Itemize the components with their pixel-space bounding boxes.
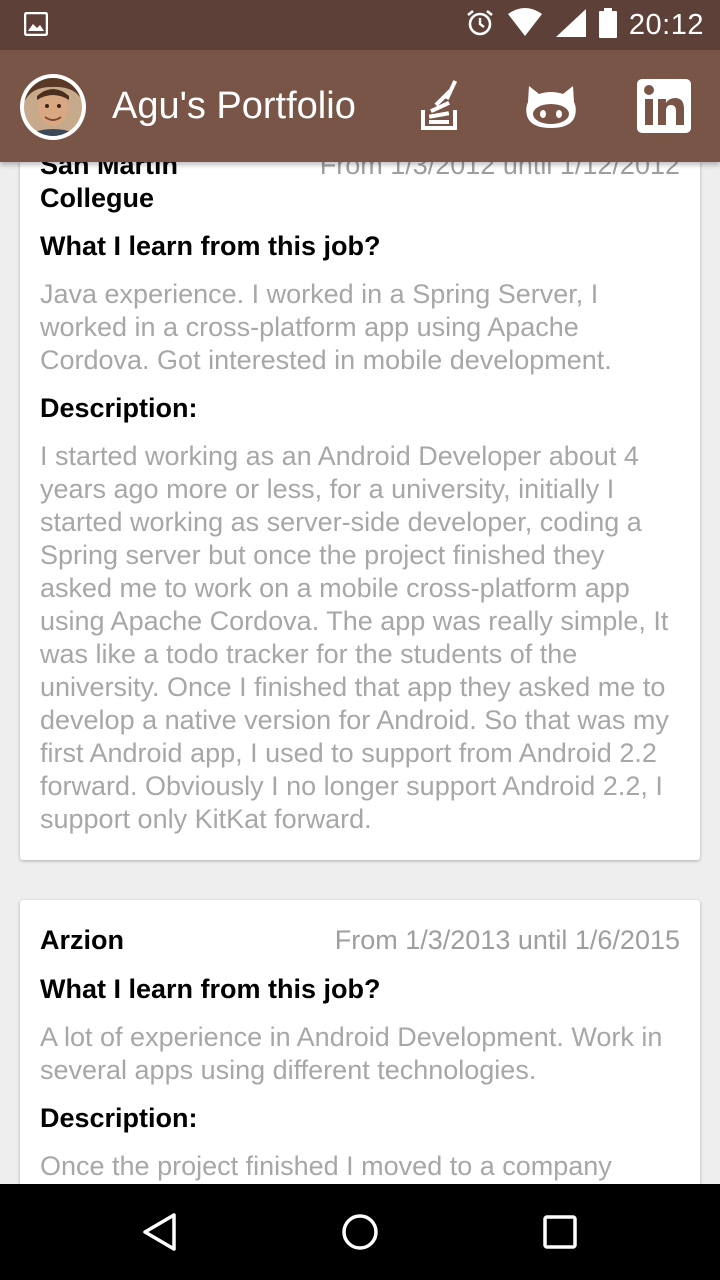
company-name: Arzion: [40, 925, 124, 955]
stackoverflow-icon[interactable]: [414, 78, 470, 134]
alarm-icon: [465, 8, 495, 43]
linkedin-icon[interactable]: [636, 78, 692, 134]
status-bar: 20:12: [0, 0, 720, 50]
job-dates: From 1/3/2012 until 1/12/2012: [319, 162, 680, 180]
signal-icon: [555, 8, 587, 43]
image-icon: [23, 11, 49, 41]
battery-icon: [598, 7, 617, 43]
job-list[interactable]: San Martin Collegue From 1/3/2012 until …: [0, 162, 720, 1184]
job-card: San Martin Collegue From 1/3/2012 until …: [20, 162, 700, 860]
wifi-icon: [507, 7, 543, 43]
learned-text: A lot of experience in Android Developme…: [40, 1022, 663, 1085]
github-icon[interactable]: [523, 78, 579, 134]
home-icon[interactable]: [340, 1212, 380, 1252]
learned-label: What I learn from this job?: [40, 974, 381, 1004]
job-dates: From 1/3/2013 until 1/6/2015: [334, 925, 680, 955]
description-label: Description:: [40, 393, 198, 423]
app-toolbar: Agu's Portfolio: [0, 50, 720, 162]
description-text: Once the project finished I moved to a c…: [40, 1151, 612, 1181]
description-text: I started working as an Android Develope…: [40, 441, 669, 834]
learned-text: Java experience. I worked in a Spring Se…: [40, 279, 612, 375]
learned-label: What I learn from this job?: [40, 231, 381, 261]
recents-icon[interactable]: [540, 1212, 580, 1252]
toolbar-title: Agu's Portfolio: [112, 85, 356, 127]
avatar[interactable]: [20, 74, 86, 140]
back-icon[interactable]: [140, 1212, 180, 1252]
job-card: Arzion From 1/3/2013 until 1/6/2015 What…: [20, 900, 700, 1184]
status-time: 20:12: [628, 8, 704, 41]
company-name: San Martin Collegue: [40, 162, 179, 213]
description-label: Description:: [40, 1103, 198, 1133]
navigation-bar: [0, 1184, 720, 1280]
